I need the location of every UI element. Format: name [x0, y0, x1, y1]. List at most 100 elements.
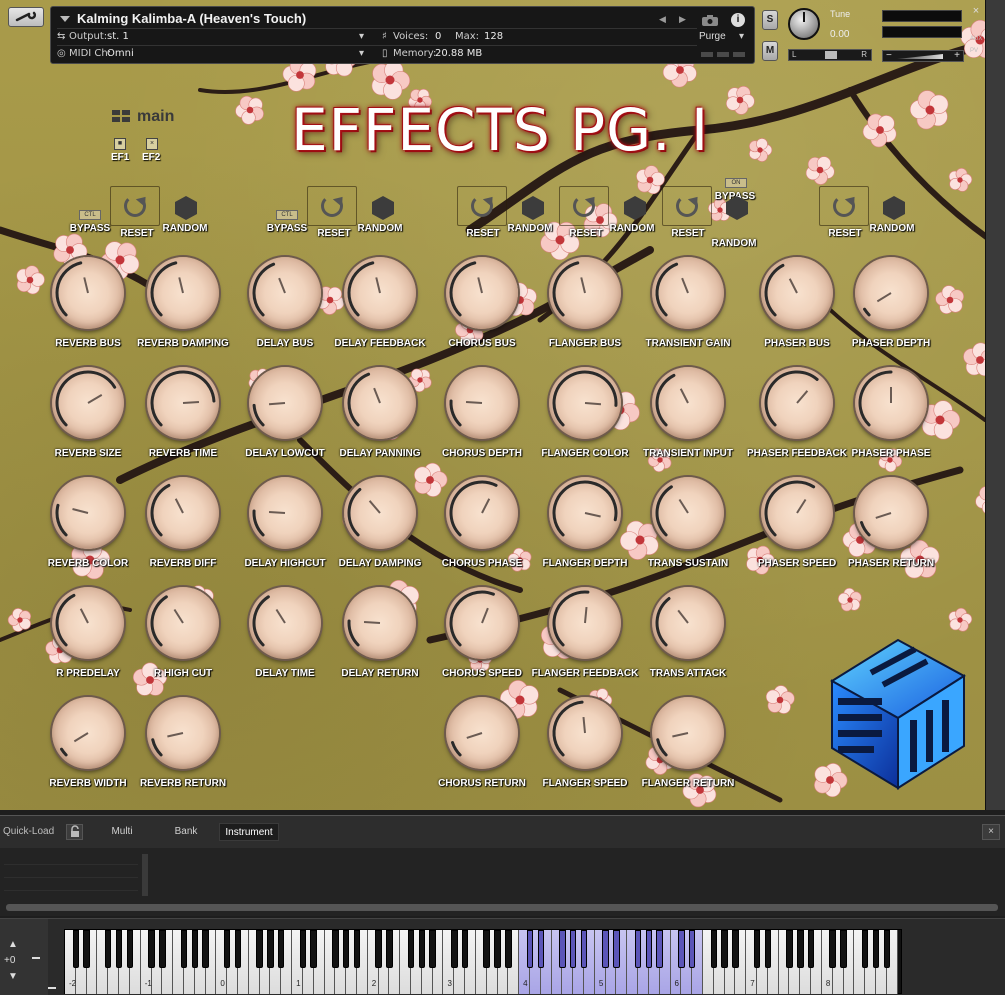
black-key[interactable]: [83, 930, 90, 968]
knob-flanger-bus[interactable]: [549, 257, 621, 329]
black-key[interactable]: [505, 930, 512, 968]
black-key[interactable]: [797, 930, 804, 968]
black-key[interactable]: [342, 930, 350, 968]
knob-chorus-speed[interactable]: [446, 587, 518, 659]
knob-delay-feedback[interactable]: [344, 257, 416, 329]
pv-tag[interactable]: PV: [970, 48, 978, 54]
column-resize-handle[interactable]: [142, 854, 148, 896]
knob-phaser-feedback[interactable]: [761, 367, 833, 439]
knob-delay-bus[interactable]: [249, 257, 321, 329]
bypass-toggle[interactable]: CTL: [276, 210, 298, 220]
black-key[interactable]: [299, 930, 307, 968]
reset-button[interactable]: [457, 186, 507, 226]
knob-phaser-phase[interactable]: [855, 367, 927, 439]
knob-reverb-width[interactable]: [52, 697, 124, 769]
knob-delay-time[interactable]: [249, 587, 321, 659]
black-key[interactable]: [721, 930, 728, 968]
knob-chorus-phase[interactable]: [446, 477, 518, 549]
knob-phaser-bus[interactable]: [761, 257, 833, 329]
black-key[interactable]: [223, 930, 231, 968]
black-key[interactable]: [526, 930, 534, 968]
black-key[interactable]: [634, 930, 642, 968]
black-key[interactable]: [645, 930, 653, 968]
pan-slider[interactable]: L R: [788, 49, 872, 61]
black-key[interactable]: [126, 930, 134, 968]
quickload-close-button[interactable]: ×: [982, 824, 1000, 840]
bypass-toggle[interactable]: CTL: [79, 210, 101, 220]
camera-icon[interactable]: [701, 14, 719, 26]
knob-r-predelay[interactable]: [52, 587, 124, 659]
knob-chorus-return[interactable]: [446, 697, 518, 769]
reset-button[interactable]: [662, 186, 712, 226]
black-key[interactable]: [602, 930, 609, 968]
black-key[interactable]: [234, 930, 242, 968]
black-key[interactable]: [678, 930, 685, 968]
black-key[interactable]: [580, 930, 588, 968]
black-key[interactable]: [148, 930, 155, 968]
knob-flanger-return[interactable]: [652, 697, 724, 769]
knob-phaser-return[interactable]: [855, 477, 927, 549]
knob-reverb-time[interactable]: [147, 367, 219, 439]
knob-delay-highcut[interactable]: [249, 477, 321, 549]
black-key[interactable]: [278, 930, 285, 968]
midi-channel-value[interactable]: Omni: [107, 48, 134, 59]
knob-phaser-depth[interactable]: [855, 257, 927, 329]
reset-button[interactable]: [307, 186, 357, 226]
black-key[interactable]: [883, 930, 891, 968]
black-key[interactable]: [256, 930, 263, 968]
tune-knob[interactable]: [788, 8, 820, 40]
knob-delay-panning[interactable]: [344, 367, 416, 439]
knob-reverb-diff[interactable]: [147, 477, 219, 549]
black-key[interactable]: [807, 930, 815, 968]
black-key[interactable]: [310, 930, 317, 968]
ef2-toggle[interactable]: ×: [146, 138, 158, 150]
horizontal-scrollbar[interactable]: [6, 904, 998, 911]
pan-slider-thumb[interactable]: [825, 51, 837, 59]
black-key[interactable]: [429, 930, 436, 968]
close-instrument-button[interactable]: ×: [968, 5, 984, 19]
list-item[interactable]: [4, 852, 138, 865]
output-dropdown-icon[interactable]: ▾: [359, 31, 364, 42]
black-key[interactable]: [332, 930, 339, 968]
knob-chorus-depth[interactable]: [446, 367, 518, 439]
knob-trans-sustain[interactable]: [652, 477, 724, 549]
grid-icon[interactable]: [112, 110, 132, 122]
knob-reverb-size[interactable]: [52, 367, 124, 439]
volume-slider[interactable]: − +: [882, 50, 964, 62]
max-voices-value[interactable]: 128: [484, 31, 503, 42]
mod-wheel-indicator[interactable]: [48, 987, 56, 989]
prev-instrument-icon[interactable]: ◀: [659, 14, 666, 25]
black-key[interactable]: [732, 930, 739, 968]
midi-dropdown-icon[interactable]: ▾: [359, 48, 364, 59]
black-key[interactable]: [840, 930, 847, 968]
tab-instrument[interactable]: Instrument: [219, 823, 279, 841]
black-key[interactable]: [386, 930, 393, 968]
black-key[interactable]: [872, 930, 880, 968]
instrument-name[interactable]: Kalming Kalimba-A (Heaven's Touch): [77, 11, 306, 26]
octave-up-icon[interactable]: ▲: [8, 939, 18, 950]
black-key[interactable]: [267, 930, 274, 968]
pitch-wheel-indicator[interactable]: [32, 957, 40, 959]
knob-phaser-speed[interactable]: [761, 477, 833, 549]
black-key[interactable]: [764, 930, 772, 968]
knob-chorus-bus[interactable]: [446, 257, 518, 329]
black-key[interactable]: [418, 930, 426, 968]
reset-button[interactable]: [819, 186, 869, 226]
black-key[interactable]: [829, 930, 836, 968]
black-key[interactable]: [202, 930, 209, 968]
black-key[interactable]: [494, 930, 501, 968]
black-key[interactable]: [753, 930, 761, 968]
list-item[interactable]: [4, 865, 138, 878]
black-key[interactable]: [115, 930, 123, 968]
black-key[interactable]: [656, 930, 663, 968]
black-key[interactable]: [613, 930, 620, 968]
black-key[interactable]: [569, 930, 577, 968]
tab-multi[interactable]: Multi: [100, 823, 144, 841]
bypass-toggle[interactable]: ON: [725, 178, 747, 188]
knob-transient-input[interactable]: [652, 367, 724, 439]
lock-icon[interactable]: [66, 824, 83, 840]
knob-reverb-color[interactable]: [52, 477, 124, 549]
black-key[interactable]: [105, 930, 112, 968]
reset-button[interactable]: [110, 186, 160, 226]
black-key[interactable]: [688, 930, 696, 968]
